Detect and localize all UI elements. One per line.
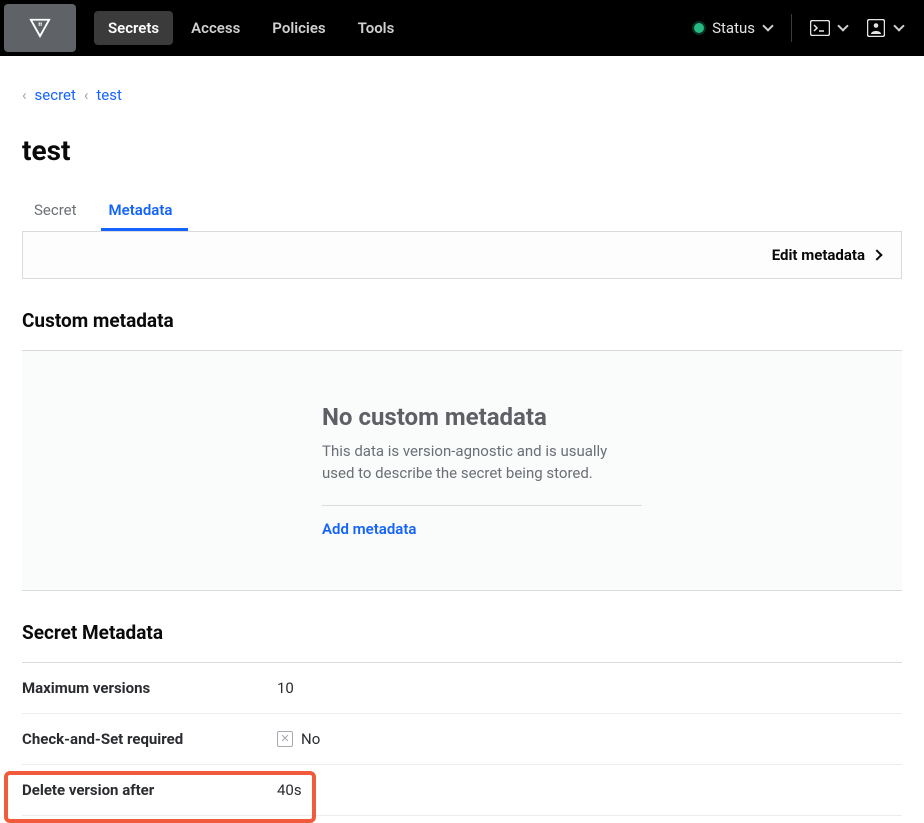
- app-logo[interactable]: [4, 4, 76, 52]
- user-icon: [866, 20, 886, 36]
- status-label: Status: [712, 19, 755, 37]
- main-content: ‹ secret ‹ test test Secret Metadata Edi…: [0, 56, 924, 816]
- console-dropdown[interactable]: [810, 20, 848, 36]
- page-title: test: [22, 134, 902, 167]
- chevron-down-icon: [763, 23, 773, 33]
- chevron-left-icon: ‹: [84, 86, 89, 104]
- tab-metadata[interactable]: Metadata: [101, 191, 189, 231]
- breadcrumb: ‹ secret ‹ test: [22, 86, 902, 104]
- secret-metadata-title: Secret Metadata: [22, 621, 902, 644]
- nav-tools[interactable]: Tools: [344, 11, 409, 45]
- x-icon: ✕: [277, 731, 293, 747]
- row-label-cas: Check-and-Set required: [22, 730, 277, 748]
- custom-metadata-empty-title: No custom metadata: [322, 403, 702, 431]
- topbar: Secrets Access Policies Tools Status: [0, 0, 924, 56]
- nav-policies[interactable]: Policies: [258, 11, 339, 45]
- chevron-left-icon: ‹: [22, 86, 27, 104]
- breadcrumb-secret[interactable]: secret: [35, 86, 76, 104]
- tabs: Secret Metadata: [22, 191, 902, 232]
- custom-metadata-empty-desc: This data is version-agnostic and is usu…: [322, 441, 642, 485]
- chevron-down-icon: [894, 23, 904, 33]
- custom-metadata-title: Custom metadata: [22, 309, 902, 332]
- nav-secrets[interactable]: Secrets: [94, 11, 173, 45]
- row-label-delete-after: Delete version after: [22, 781, 277, 799]
- row-value-cas-text: No: [301, 730, 320, 748]
- user-dropdown[interactable]: [866, 20, 904, 36]
- row-value-max-versions: 10: [277, 679, 294, 697]
- status-dot-icon: [694, 23, 704, 33]
- divider: [322, 505, 642, 506]
- custom-metadata-empty: No custom metadata This data is version-…: [322, 403, 702, 538]
- nav-access[interactable]: Access: [177, 11, 254, 45]
- breadcrumb-test[interactable]: test: [96, 86, 122, 104]
- chevron-right-icon: [873, 250, 883, 260]
- topbar-right: Status: [694, 14, 904, 42]
- vault-logo-icon: [29, 17, 51, 39]
- status-dropdown[interactable]: Status: [694, 19, 773, 37]
- row-value-cas: ✕ No: [277, 730, 320, 748]
- nav-links: Secrets Access Policies Tools: [94, 11, 408, 45]
- tab-secret[interactable]: Secret: [22, 191, 93, 231]
- edit-metadata-button[interactable]: Edit metadata: [772, 246, 883, 264]
- divider: [791, 14, 792, 42]
- custom-metadata-box: No custom metadata This data is version-…: [22, 350, 902, 591]
- table-row: Check-and-Set required ✕ No: [22, 714, 902, 765]
- table-row: Delete version after 40s: [22, 765, 902, 816]
- add-metadata-link[interactable]: Add metadata: [322, 520, 702, 538]
- row-value-delete-after: 40s: [277, 781, 302, 799]
- secret-metadata-table: Maximum versions 10 Check-and-Set requir…: [22, 662, 902, 816]
- edit-metadata-label: Edit metadata: [772, 246, 865, 264]
- terminal-icon: [810, 20, 830, 36]
- edit-metadata-bar: Edit metadata: [22, 232, 902, 279]
- chevron-down-icon: [838, 23, 848, 33]
- table-row: Maximum versions 10: [22, 663, 902, 714]
- row-label-max-versions: Maximum versions: [22, 679, 277, 697]
